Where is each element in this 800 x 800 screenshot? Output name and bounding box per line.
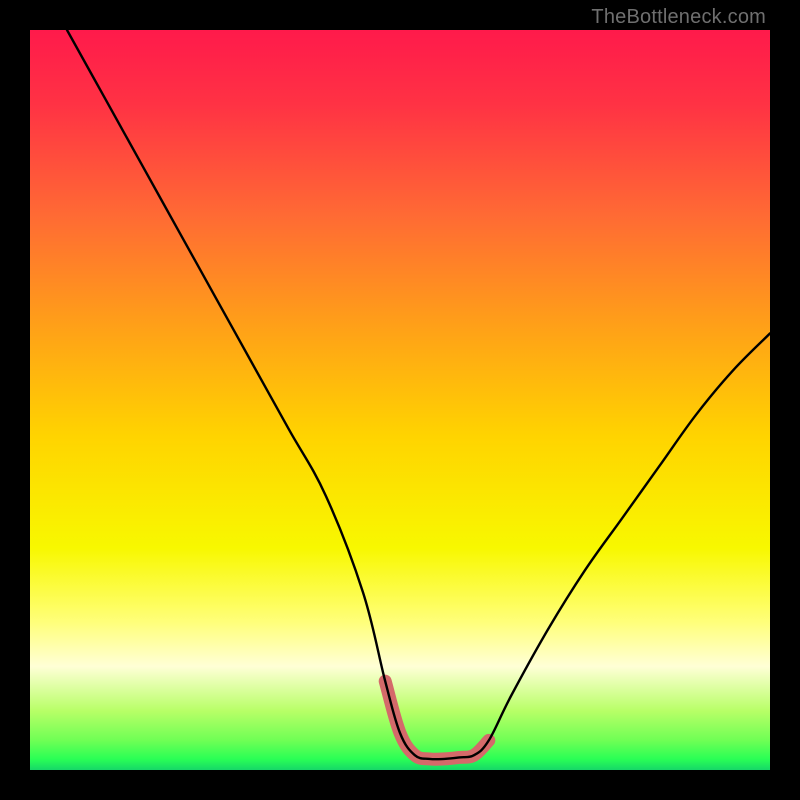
- curve-highlight: [385, 681, 489, 759]
- watermark-text: TheBottleneck.com: [591, 6, 766, 29]
- chart-frame: TheBottleneck.com: [0, 0, 800, 800]
- curve-layer: [30, 30, 770, 770]
- plot-area: [30, 30, 770, 770]
- bottleneck-curve: [67, 30, 770, 759]
